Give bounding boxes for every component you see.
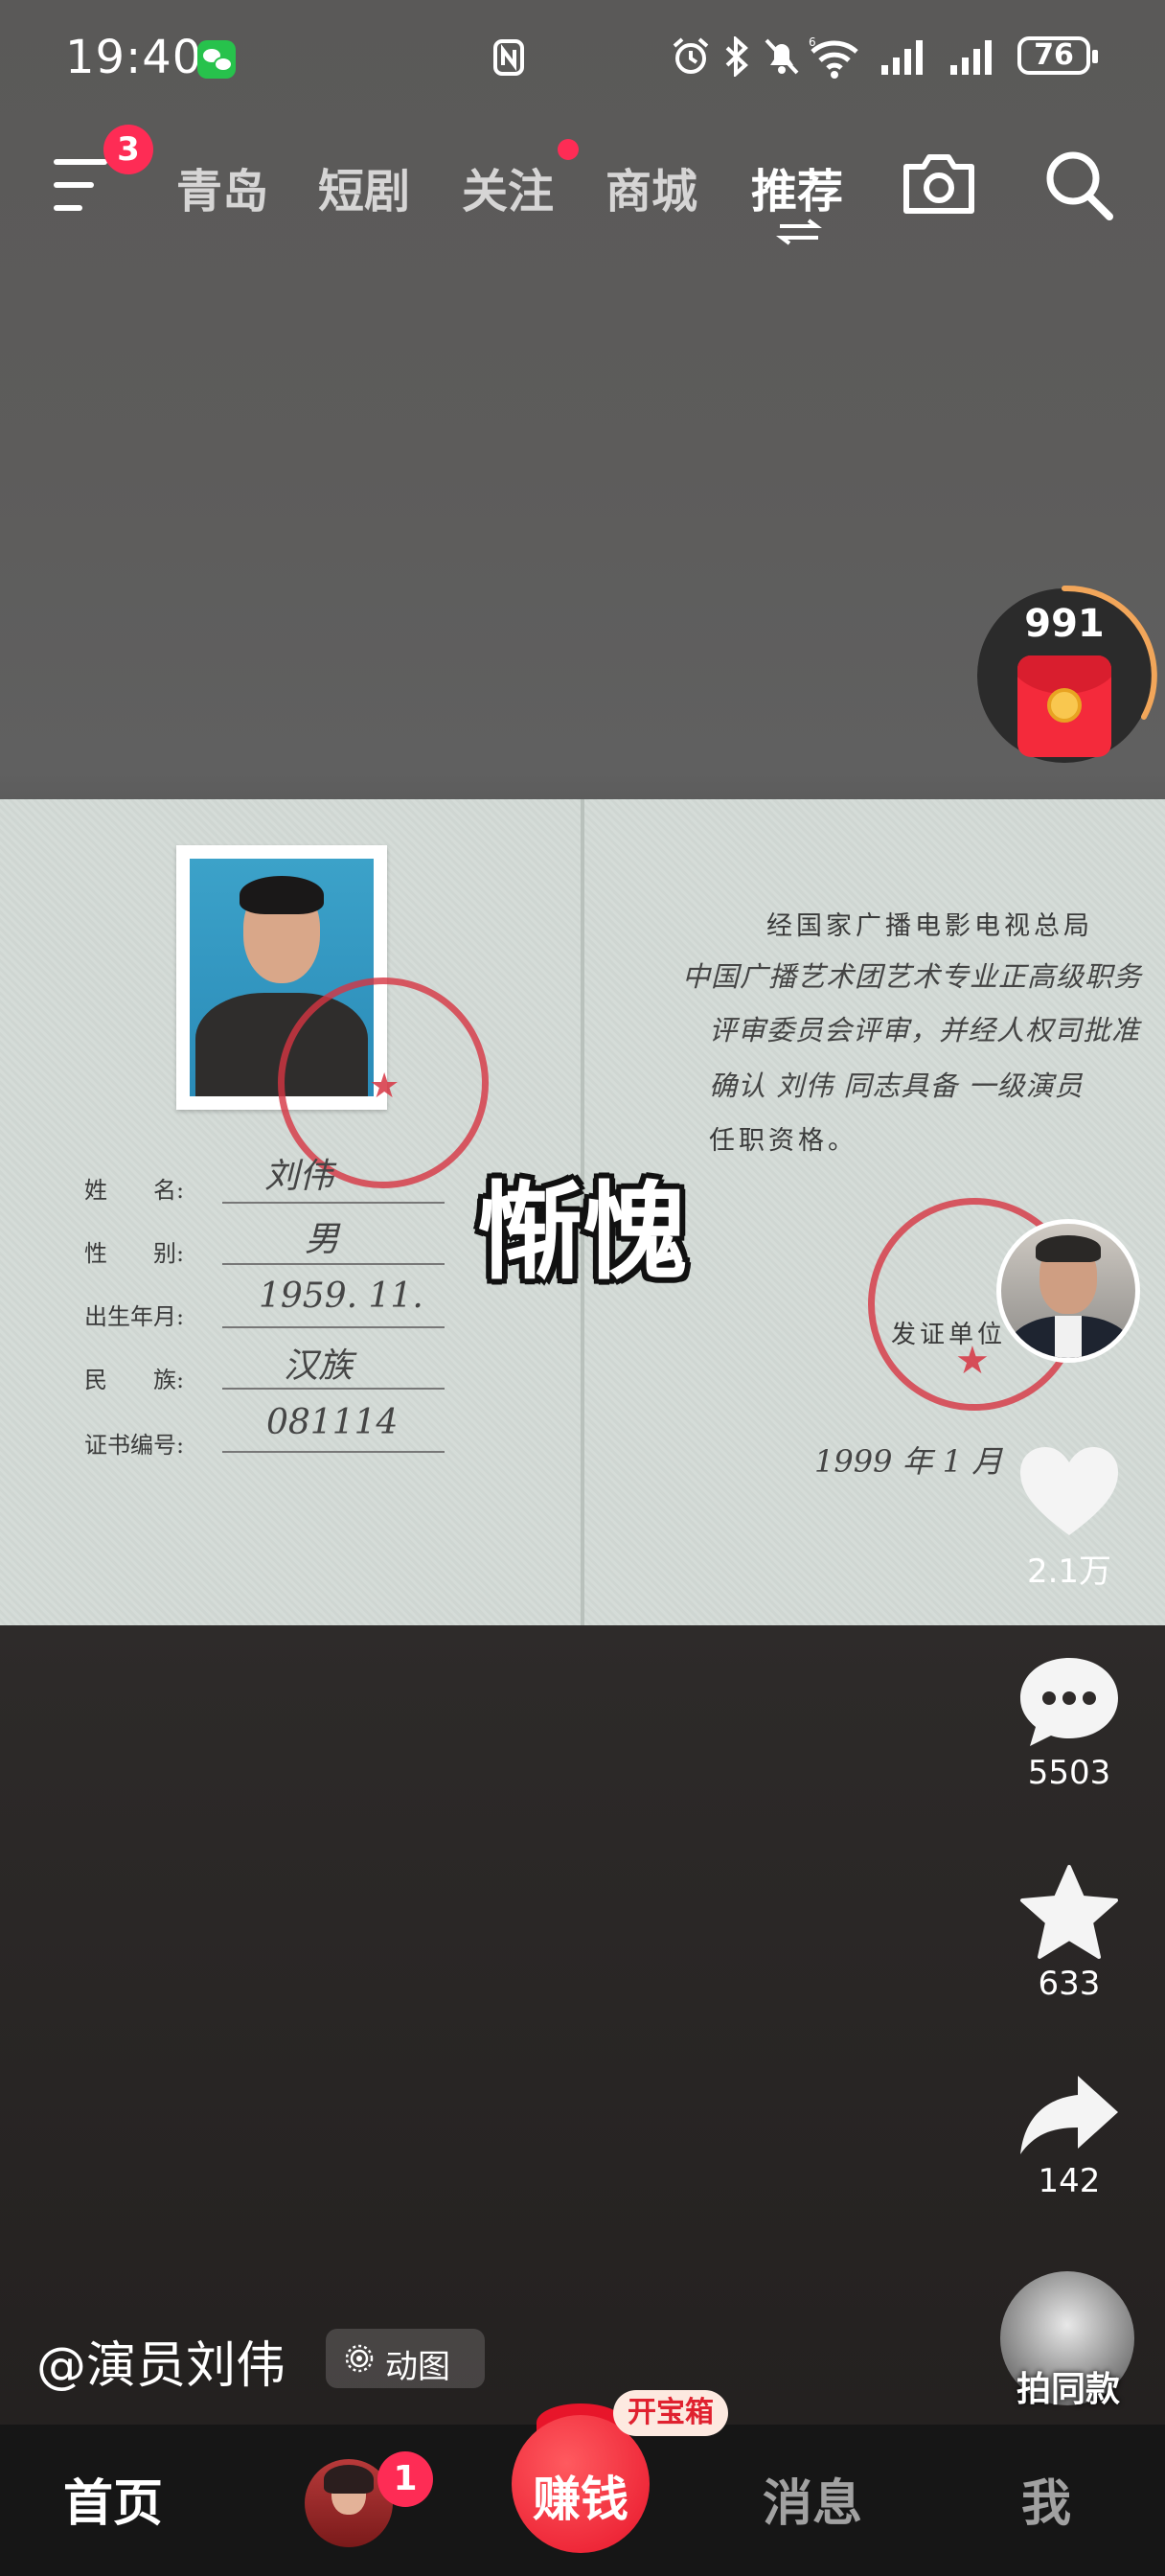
tab-short-drama[interactable]: 短剧 bbox=[318, 153, 410, 220]
cert-line bbox=[222, 1451, 445, 1453]
wifi-icon: 6 bbox=[809, 35, 858, 79]
swap-icon[interactable] bbox=[776, 218, 822, 245]
signal-icon bbox=[881, 40, 923, 75]
cert-value-name: 刘伟 bbox=[264, 1157, 334, 1196]
signal-icon-2 bbox=[950, 40, 992, 75]
comment-icon bbox=[1020, 1658, 1118, 1746]
coin-count: 991 bbox=[1024, 602, 1105, 646]
cert-line-3: 评审委员会评审，并经人权司批准 bbox=[709, 1014, 1141, 1046]
svg-text:6: 6 bbox=[809, 35, 816, 49]
tab-messages[interactable]: 消息 bbox=[763, 2463, 862, 2535]
tag-label: 动图 bbox=[385, 2348, 450, 2386]
friends-badge: 1 bbox=[377, 2451, 433, 2507]
cert-label-ethnicity: 民 族: bbox=[84, 1367, 185, 1393]
camera-icon[interactable] bbox=[901, 150, 977, 217]
animated-image-tag[interactable]: 动图 bbox=[326, 2329, 485, 2388]
live-photo-icon bbox=[345, 2344, 374, 2373]
video-caption: 惭愧 bbox=[477, 1171, 688, 1294]
share-count: 142 bbox=[1038, 2162, 1101, 2200]
cert-date: 1999 年 1 月 bbox=[814, 1443, 1003, 1480]
battery-icon: 76 bbox=[1017, 36, 1098, 75]
cert-value-birth: 1959. 11. bbox=[259, 1276, 423, 1316]
search-icon[interactable] bbox=[1042, 146, 1115, 222]
cert-line bbox=[222, 1388, 445, 1390]
like-count: 2.1万 bbox=[1026, 1552, 1112, 1591]
cert-label-sex: 性 别: bbox=[84, 1240, 185, 1267]
tab-qingdao[interactable]: 青岛 bbox=[176, 153, 268, 220]
cert-label-birth: 出生年月: bbox=[84, 1303, 185, 1330]
cert-value-number: 081114 bbox=[266, 1403, 399, 1442]
mute-icon bbox=[765, 38, 799, 75]
tab-mall[interactable]: 商城 bbox=[605, 153, 697, 220]
cert-issuer-label: 发证单位 bbox=[891, 1321, 1007, 1349]
comment-count: 5503 bbox=[1027, 1754, 1111, 1792]
heart-icon bbox=[1020, 1447, 1118, 1535]
top-nav: 青岛 短剧 关注 商城 推荐 bbox=[0, 134, 1165, 240]
wechat-icon bbox=[197, 40, 236, 79]
cert-line-1: 经国家广播电影电视总局 bbox=[766, 911, 1093, 941]
cert-line-4: 确认 刘伟 同志具备 一级演员 bbox=[709, 1070, 1084, 1102]
author-avatar[interactable] bbox=[996, 1219, 1140, 1363]
author-handle[interactable]: @演员刘伟 bbox=[36, 2325, 286, 2397]
tab-home[interactable]: 首页 bbox=[63, 2463, 163, 2535]
status-time: 19:40 bbox=[65, 31, 203, 84]
comment-button[interactable]: 5503 bbox=[1002, 1654, 1136, 1792]
bluetooth-icon bbox=[725, 36, 748, 77]
share-icon bbox=[1020, 2076, 1118, 2154]
cert-line bbox=[222, 1326, 445, 1328]
favorite-count: 633 bbox=[1038, 1965, 1101, 2003]
cert-value-sex: 男 bbox=[305, 1220, 340, 1259]
tab-following[interactable]: 关注 bbox=[462, 153, 554, 220]
cert-value-ethnicity: 汉族 bbox=[284, 1346, 354, 1386]
menu-icon[interactable] bbox=[54, 159, 111, 213]
tab-me[interactable]: 我 bbox=[1021, 2463, 1071, 2535]
favorite-button[interactable]: 633 bbox=[1002, 1865, 1136, 2003]
envelope-seal bbox=[1047, 688, 1082, 723]
cert-line-5: 任职资格。 bbox=[709, 1126, 857, 1156]
alarm-icon bbox=[673, 37, 709, 74]
following-dot bbox=[558, 139, 579, 160]
nfc-icon bbox=[493, 39, 524, 76]
star-icon bbox=[1020, 1865, 1118, 1959]
cert-label-number: 证书编号: bbox=[84, 1432, 185, 1459]
cert-line bbox=[222, 1263, 445, 1265]
tab-recommended[interactable]: 推荐 bbox=[751, 153, 843, 220]
cert-line-2: 中国广播艺术团艺术专业正高级职务 bbox=[682, 960, 1143, 993]
menu-badge: 3 bbox=[103, 125, 153, 174]
earn-label[interactable]: 赚钱 bbox=[512, 2461, 650, 2530]
share-button[interactable]: 142 bbox=[1002, 2072, 1136, 2200]
like-button[interactable]: 2.1万 bbox=[1002, 1445, 1136, 1592]
status-bar: 19:40 6 76 bbox=[0, 0, 1165, 115]
treasure-chip[interactable]: 开宝箱 bbox=[613, 2390, 728, 2436]
same-style-label[interactable]: 拍同款 bbox=[977, 2361, 1159, 2411]
cert-line bbox=[222, 1202, 445, 1204]
cert-label-name: 姓 名: bbox=[84, 1177, 185, 1204]
video-feed-screen: 19:40 6 76 青岛 短剧 关注 商城 推荐 3 991 ★ 姓 名: 刘… bbox=[0, 0, 1165, 2576]
